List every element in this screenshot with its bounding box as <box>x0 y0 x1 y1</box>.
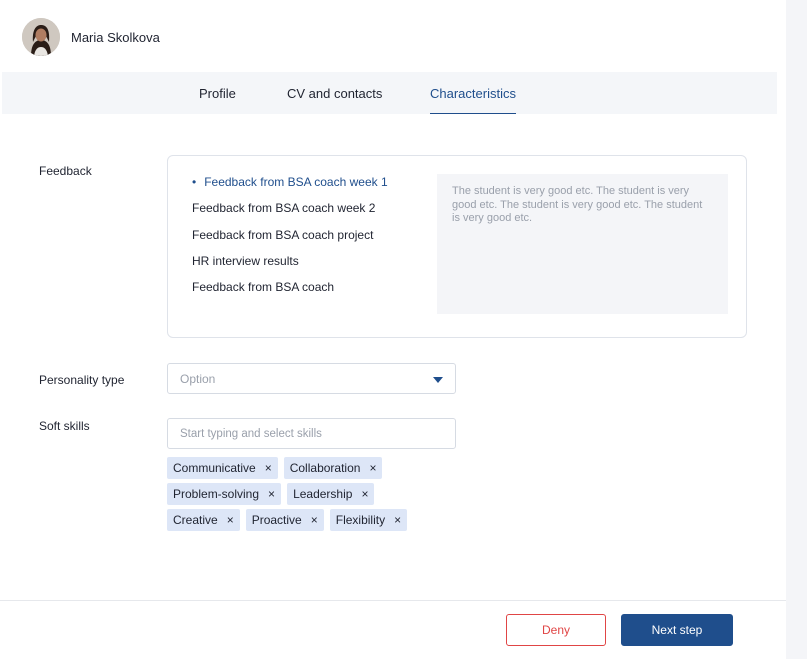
feedback-item[interactable]: Feedback from BSA coach week 2 <box>192 201 388 227</box>
user-header: Maria Skolkova <box>22 18 160 56</box>
feedback-list: Feedback from BSA coach week 1 Feedback … <box>192 175 388 306</box>
chip-label: Collaboration <box>289 461 361 475</box>
close-icon[interactable]: × <box>265 461 272 475</box>
skill-chip: Proactive × <box>245 509 324 531</box>
feedback-label: Feedback <box>39 164 92 178</box>
deny-button[interactable]: Deny <box>506 614 606 646</box>
tab-profile[interactable]: Profile <box>199 72 236 114</box>
close-icon[interactable]: × <box>369 461 376 475</box>
tab-cv-and-contacts[interactable]: CV and contacts <box>287 72 382 114</box>
skill-chip: Collaboration × <box>283 457 383 479</box>
next-step-button[interactable]: Next step <box>621 614 733 646</box>
feedback-text: The student is very good etc. The studen… <box>437 174 728 314</box>
skill-chip: Creative × <box>167 509 240 531</box>
avatar <box>22 18 60 56</box>
soft-skills-label: Soft skills <box>39 419 90 433</box>
tab-characteristics[interactable]: Characteristics <box>430 72 516 114</box>
skill-chip: Problem-solving × <box>167 483 282 505</box>
chip-label: Creative <box>173 513 218 527</box>
close-icon[interactable]: × <box>394 513 401 527</box>
caret-down-icon <box>433 377 443 383</box>
feedback-item[interactable]: Feedback from BSA coach <box>192 280 388 306</box>
chip-row: Communicative × Collaboration × <box>167 457 457 479</box>
personality-type-label: Personality type <box>39 373 125 387</box>
soft-skills-input[interactable] <box>167 418 456 449</box>
chip-label: Leadership <box>293 487 353 501</box>
page: Maria Skolkova Profile CV and contacts C… <box>0 0 786 659</box>
chip-label: Communicative <box>173 461 256 475</box>
user-photo-icon <box>22 18 60 56</box>
footer-divider <box>0 600 786 601</box>
chip-label: Flexibility <box>335 513 386 527</box>
user-name: Maria Skolkova <box>71 29 160 45</box>
feedback-item[interactable]: Feedback from BSA coach week 1 <box>192 175 387 201</box>
close-icon[interactable]: × <box>361 487 368 501</box>
skill-chip: Flexibility × <box>329 509 408 531</box>
chip-row: Creative × Proactive × Flexibility × <box>167 509 457 531</box>
close-icon[interactable]: × <box>268 487 275 501</box>
feedback-card: Feedback from BSA coach week 1 Feedback … <box>167 155 747 338</box>
skill-chips: Communicative × Collaboration × Problem-so… <box>167 457 457 535</box>
feedback-item[interactable]: HR interview results <box>192 254 388 280</box>
tab-bar: Profile CV and contacts Characteristics <box>2 72 777 114</box>
close-icon[interactable]: × <box>311 513 318 527</box>
scrollbar-track[interactable] <box>786 0 807 659</box>
skill-chip: Leadership × <box>287 483 375 505</box>
feedback-item[interactable]: Feedback from BSA coach project <box>192 228 388 254</box>
select-value: Option <box>180 372 216 386</box>
chip-label: Problem-solving <box>173 487 260 501</box>
close-icon[interactable]: × <box>227 513 234 527</box>
personality-type-select[interactable]: Option <box>167 363 456 394</box>
skill-chip: Communicative × <box>167 457 278 479</box>
chip-row: Problem-solving × Leadership × <box>167 483 457 505</box>
chip-label: Proactive <box>251 513 302 527</box>
